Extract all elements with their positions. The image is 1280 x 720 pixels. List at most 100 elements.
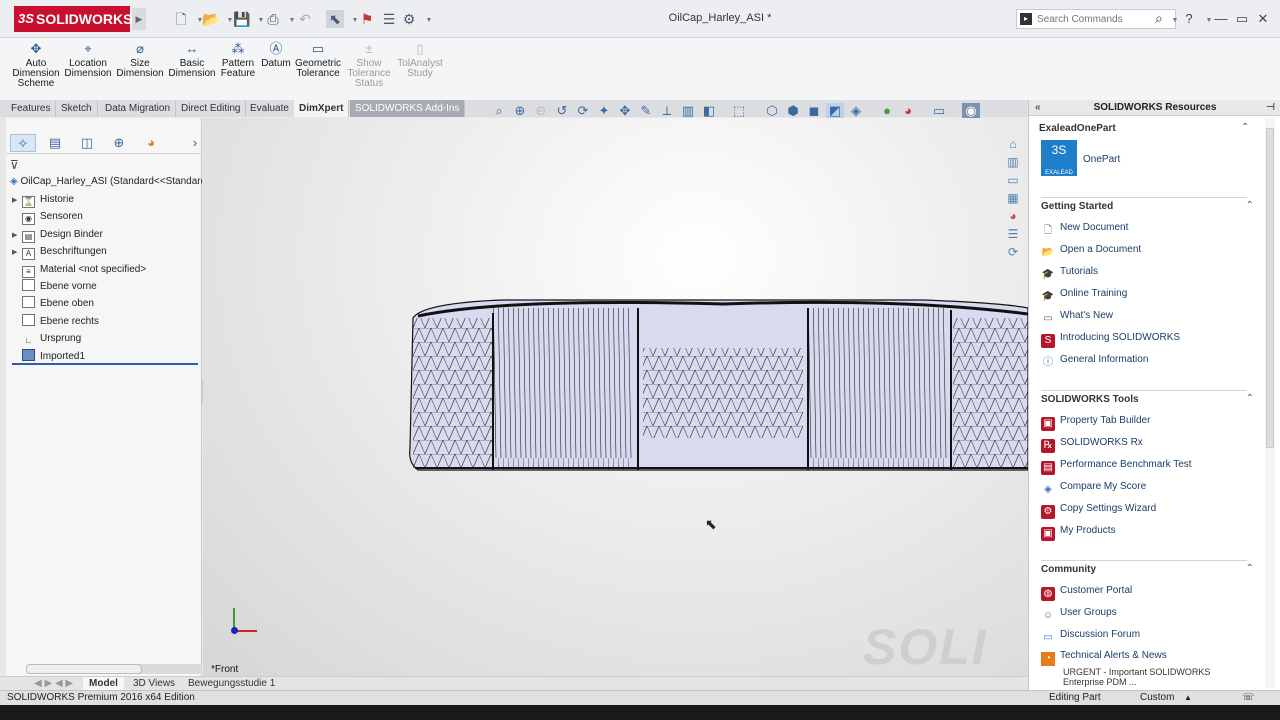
previous-view-icon[interactable]: ↺ [553,103,571,119]
introducing-solidworks-link[interactable]: S Introducing SOLIDWORKS [1041,330,1180,350]
chat-bubble-icon[interactable]: ☏ [1242,691,1255,705]
tree-node-material[interactable]: ≡ Material <not specified> [12,261,198,278]
zoom-selection-icon[interactable]: ⊖ [532,103,550,119]
my-products-link[interactable]: ▣ My Products [1041,523,1116,543]
expand-arrow-icon[interactable]: ▶ [12,227,22,244]
save-icon[interactable]: 💾 [233,10,251,28]
auto-dimension-scheme-button[interactable]: ✥ Auto Dimension Scheme [10,42,62,89]
user-groups-link[interactable]: ☺ User Groups [1041,605,1117,625]
zoom-to-fit-icon[interactable]: ⌕ [490,103,508,119]
rebuild-icon[interactable]: ⚑ [358,10,376,28]
help-icon[interactable]: ? [1180,10,1198,28]
filter-icon[interactable]: ⊽ [10,158,19,172]
onepart-logo-icon[interactable]: 3S EXALEAD [1041,140,1077,176]
collapse-pane-icon[interactable]: « [1035,100,1041,116]
solidworks-rx-link[interactable]: ℞ SOLIDWORKS Rx [1041,435,1143,455]
copy-settings-wizard-link[interactable]: ⚙ Copy Settings Wizard [1041,501,1156,521]
section-view-icon[interactable]: ✦ [595,103,613,119]
feature-tree-tab-icon[interactable]: ✧ [10,134,36,152]
tree-node-ursprung[interactable]: ∟ Ursprung [12,330,198,347]
wireframe-icon[interactable]: ⬡ [763,103,781,119]
location-dimension-button[interactable]: ⌖ Location Dimension [62,42,114,79]
collapse-section-icon[interactable]: ⌃ [1246,200,1254,211]
property-tab-builder-link[interactable]: ▣ Property Tab Builder [1041,413,1150,433]
zoom-to-area-icon[interactable]: ⊕ [511,103,529,119]
tree-node-ebene-rechts[interactable]: Ebene rechts [12,313,198,330]
tree-root-part[interactable]: ◈ OilCap_Harley_ASI (Standard<<Standard [10,176,202,190]
collapse-section-icon[interactable]: ⌃ [1246,393,1254,404]
pin-icon[interactable]: ⊣ [1266,100,1275,116]
shaded-icon[interactable]: ◼ [805,103,823,119]
view-orientation-icon[interactable]: ⟂ [658,103,676,119]
tree-node-historie[interactable]: ▶ ⌛ Historie [12,191,198,208]
expand-arrow-icon[interactable]: ▶ [12,244,22,261]
tab-dimxpert[interactable]: DimXpert [294,100,350,117]
tree-node-ebene-vorne[interactable]: Ebene vorne [12,278,198,295]
tab-direct-editing[interactable]: Direct Editing [176,100,247,117]
show-tolerance-status-button[interactable]: ± Show Tolerance Status [343,42,395,89]
tab-model[interactable]: Model [83,677,124,691]
display-manager-tab-icon[interactable]: ◕ [138,134,164,152]
online-training-link[interactable]: 🎓 Online Training [1041,286,1128,306]
scrollbar-thumb[interactable] [26,664,142,674]
search-input[interactable] [1037,12,1147,26]
configuration-manager-tab-icon[interactable]: ◫ [74,134,100,152]
tree-node-ebene-oben[interactable]: Ebene oben [12,295,198,312]
search-commands-box[interactable]: ▸ ⌕ [1016,9,1176,29]
appearance-icon[interactable]: ● [878,103,896,119]
tolanalyst-study-button[interactable]: ▯ TolAnalyst Study [394,42,446,79]
units-selector[interactable]: Custom [1140,691,1174,705]
home-icon[interactable]: ⌂ [1004,136,1022,152]
units-dropdown-icon[interactable]: ▲ [1184,691,1192,705]
restore-icon[interactable]: ▭ [1233,10,1251,28]
task-pane-scrollbar[interactable] [1265,118,1275,688]
new-document-icon[interactable]: 🗋 [172,10,190,28]
collapse-section-icon[interactable]: ⌃ [1246,563,1254,574]
collapse-section-icon[interactable]: ⌃ [1241,122,1249,133]
feature-tree-horizontal-scrollbar[interactable] [26,664,202,674]
tab-3d-views[interactable]: 3D Views [127,677,181,691]
hidden-lines-icon[interactable]: ⬢ [784,103,802,119]
basic-dimension-button[interactable]: ↔ Basic Dimension [166,42,218,79]
search-icon[interactable]: ⌕ [1155,10,1163,27]
view-palette-icon[interactable]: ▦ [1004,190,1022,206]
expand-arrow-icon[interactable]: ▶ [12,192,22,209]
geometric-tolerance-button[interactable]: ▭ Geometric Tolerance [292,42,344,79]
section-icon[interactable]: ◈ [847,103,865,119]
tab-data-migration[interactable]: Data Migration [100,100,177,117]
tab-bewegungsstudie[interactable]: Bewegungsstudie 1 [182,677,281,691]
tree-node-sensoren[interactable]: ◉ Sensoren [12,208,198,226]
custom-properties-icon[interactable]: ☰ [1004,226,1022,242]
onepart-link[interactable]: OnePart [1083,154,1120,165]
tutorials-link[interactable]: 🎓 Tutorials [1041,264,1098,284]
print-icon[interactable]: ⎙ [264,10,282,28]
property-manager-tab-icon[interactable]: ▤ [42,134,68,152]
tree-node-beschriftungen[interactable]: ▶ A Beschriftungen [12,243,198,261]
hide-show-icon[interactable]: ◧ [700,103,718,119]
minimize-icon[interactable]: — [1212,10,1230,28]
dynamic-annotation-icon[interactable]: ✎ [637,103,655,119]
file-properties-icon[interactable]: ☰ [380,10,398,28]
tab-features[interactable]: Features [6,100,57,117]
new-document-link[interactable]: 🗋 New Document [1041,220,1128,240]
size-dimension-button[interactable]: ⌀ Size Dimension [114,42,166,79]
solidworks-logo[interactable]: 3S SOLIDWORKS [14,6,132,32]
open-document-link[interactable]: 📂 Open a Document [1041,242,1141,262]
tab-scroll-arrows-icon[interactable]: ◀ ▶ ◀ ▶ [28,677,79,691]
file-explorer-icon[interactable]: ▭ [1004,172,1022,188]
dropdown-arrow-icon[interactable]: ▼ [420,12,438,30]
general-information-link[interactable]: ⓘ General Information [1041,352,1148,372]
scrollbar-thumb[interactable] [1266,128,1274,448]
display-style-icon[interactable]: ▥ [679,103,697,119]
rotate-view-icon[interactable]: ⟳ [574,103,592,119]
forum-icon[interactable]: ⟳ [1004,244,1022,260]
close-icon[interactable]: ✕ [1254,10,1272,28]
scene-icon[interactable]: ◕ [899,103,917,119]
view-cube-icon[interactable]: ⬚ [730,103,748,119]
appearances-icon[interactable]: ◕ [1004,208,1022,224]
discussion-forum-link[interactable]: ▭ Discussion Forum [1041,627,1140,647]
undo-icon[interactable]: ↶ [296,10,314,28]
whats-new-link[interactable]: ▭ What's New [1041,308,1113,328]
dimxpert-manager-tab-icon[interactable]: ⊕ [106,134,132,152]
open-folder-icon[interactable]: 📂 [202,10,220,28]
